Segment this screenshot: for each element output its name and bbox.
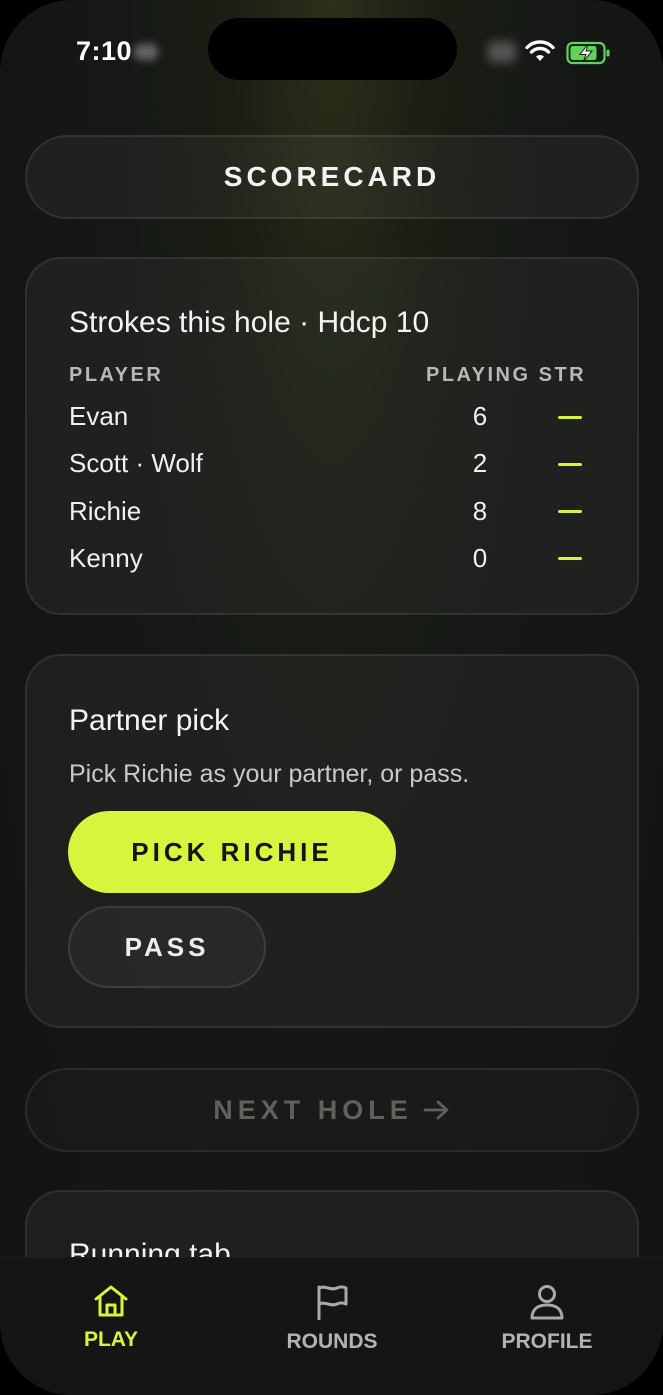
player-name-richie: Richie (69, 496, 142, 526)
playing-value-scott: 2 (472, 448, 488, 478)
tab-profile-label: PROFILE (501, 1330, 593, 1353)
next-hole-button[interactable]: NEXT HOLE (25, 1068, 639, 1152)
pick-richie-button[interactable]: PICK RICHIE (68, 811, 396, 893)
player-column-header: PLAYER (69, 364, 164, 386)
stroke-dash-kenny (558, 557, 582, 560)
playing-value-richie: 8 (472, 496, 488, 526)
strokes-title: Strokes this hole · Hdcp 10 (69, 306, 430, 339)
person-icon (530, 1285, 564, 1320)
status-time: 7:10 (76, 36, 133, 66)
tab-play[interactable]: PLAY (31, 1258, 191, 1378)
player-name-scott: Scott · Wolf (69, 448, 203, 478)
dynamic-island (208, 18, 457, 80)
stroke-dash-richie (558, 510, 582, 513)
bottom-tab-bar: PLAY ROUNDS PROFILE (0, 1257, 663, 1395)
strokes-card: Strokes this hole · Hdcp 10 PLAYER PLAYI… (25, 257, 639, 615)
home-icon (94, 1285, 128, 1317)
partner-pick-description: Pick Richie as your partner, or pass. (69, 760, 470, 788)
tab-rounds-label: ROUNDS (286, 1330, 378, 1353)
partner-pick-title: Partner pick (69, 704, 230, 737)
pass-button[interactable]: PASS (68, 906, 266, 988)
flag-icon (317, 1285, 348, 1320)
pass-label: PASS (124, 931, 210, 962)
pick-richie-label: PICK RICHIE (131, 836, 333, 867)
arrow-right-icon (423, 1100, 449, 1120)
phone-screen: 7:10 SCORECARD Strokes this hole · Hdcp … (0, 0, 663, 1395)
player-name-evan: Evan (69, 401, 129, 431)
tab-profile[interactable]: PROFILE (467, 1258, 627, 1378)
stroke-dash-scott (558, 463, 582, 466)
cellular-signal-icon (488, 42, 516, 62)
tab-rounds[interactable]: ROUNDS (252, 1258, 412, 1378)
partner-pick-card: Partner pick Pick Richie as your partner… (25, 654, 639, 1028)
battery-charging-icon (566, 41, 610, 65)
player-name-kenny: Kenny (69, 543, 143, 573)
wifi-icon (525, 40, 555, 61)
tab-play-label: PLAY (83, 1328, 139, 1351)
next-hole-label: NEXT HOLE (213, 1094, 413, 1125)
playing-value-kenny: 0 (472, 543, 488, 573)
scorecard-button[interactable]: SCORECARD (25, 135, 639, 219)
scorecard-button-label: SCORECARD (223, 161, 441, 192)
playing-value-evan: 6 (472, 401, 488, 431)
playing-str-column-header: PLAYING STR (426, 364, 587, 386)
stroke-dash-evan (558, 416, 582, 419)
status-indicator-icon (134, 44, 158, 60)
